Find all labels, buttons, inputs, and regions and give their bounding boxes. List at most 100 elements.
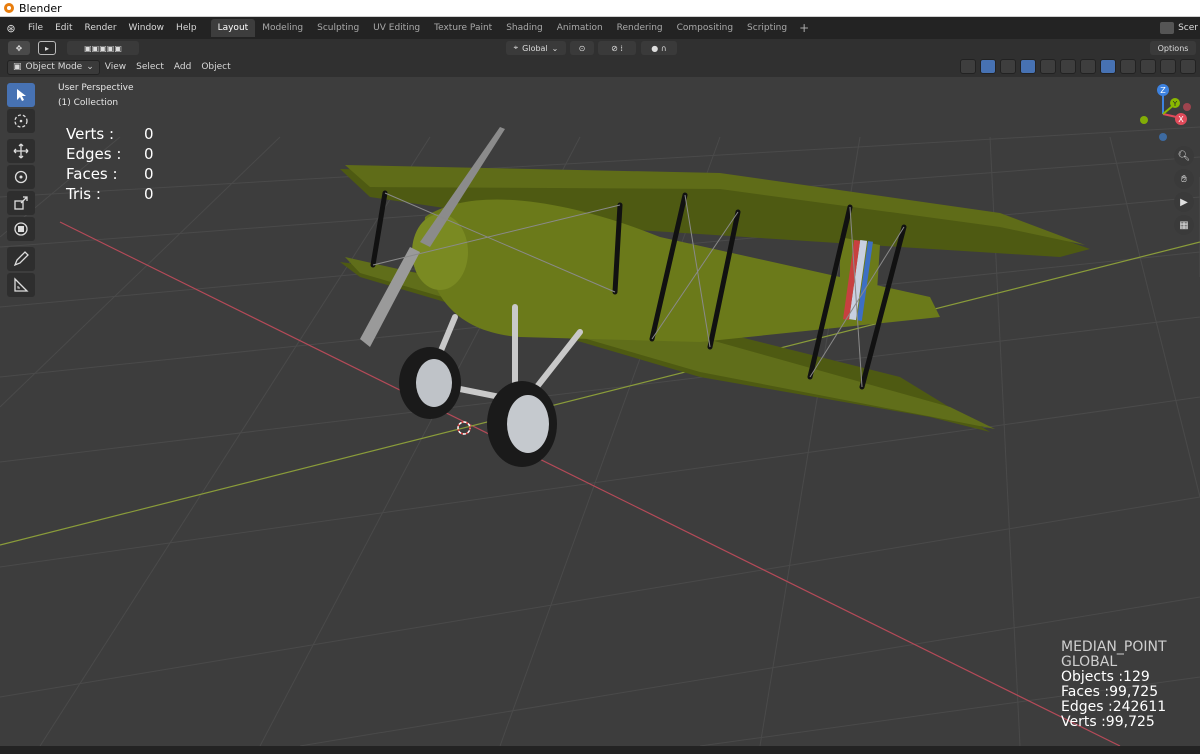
tab-compositing[interactable]: Compositing (670, 19, 740, 37)
scene-selector[interactable]: Scer (1160, 17, 1200, 39)
grid-projection-icon[interactable]: ▦ (1174, 215, 1194, 235)
tab-texture-paint[interactable]: Texture Paint (427, 19, 499, 37)
stats-value: 0 (144, 165, 154, 183)
shading-dropdown-icon[interactable] (1160, 59, 1176, 74)
tab-uv-editing[interactable]: UV Editing (366, 19, 427, 37)
rendered-shading-icon[interactable] (1140, 59, 1156, 74)
overlay-toggle-icon[interactable] (1020, 59, 1036, 74)
tool-shelf (7, 83, 37, 299)
xray-toggle-icon[interactable] (1060, 59, 1076, 74)
menu-file[interactable]: File (22, 17, 49, 39)
menu-render[interactable]: Render (79, 17, 123, 39)
snap-icon[interactable]: ⊘ ⁞ (598, 41, 636, 55)
gizmo-toggle-icon[interactable] (980, 59, 996, 74)
scale-tool[interactable] (7, 191, 35, 215)
menu-window[interactable]: Window (123, 17, 171, 39)
viewport-collection-label: (1) Collection (58, 98, 119, 108)
pivot-mode-text: MEDIAN_POINT (1061, 639, 1167, 655)
tab-shading[interactable]: Shading (499, 19, 550, 37)
stats-value: 0 (144, 125, 154, 143)
measure-tool[interactable] (7, 273, 35, 297)
transform-pivot-icon[interactable]: ✥ (8, 41, 30, 55)
rotate-tool[interactable] (7, 165, 35, 189)
faces-count-text: Faces :99,725 (1061, 684, 1159, 700)
transform-orientation-dropdown[interactable]: ⌖ Global ⌄ (506, 41, 566, 55)
visibility-icon[interactable] (960, 59, 976, 74)
tab-animation[interactable]: Animation (550, 19, 610, 37)
add-workspace-button[interactable]: + (794, 21, 814, 35)
view-menu[interactable]: View (100, 62, 131, 72)
pivot-point-icon[interactable]: ⊙ (570, 41, 594, 55)
move-arrows-icon (13, 143, 29, 159)
select-box-tool[interactable] (7, 83, 35, 107)
stats-label: Faces : (66, 165, 118, 183)
proportional-edit-icon[interactable]: ● ∩ (641, 41, 677, 55)
gizmo-z-label: Z (1160, 86, 1166, 95)
stats-row: Verts : 0 (66, 124, 154, 144)
menu-edit[interactable]: Edit (49, 17, 78, 39)
options-dropdown[interactable]: Options (1150, 41, 1196, 55)
3d-viewport[interactable] (0, 77, 1200, 746)
object-mode-label: Object Mode (25, 62, 83, 72)
pan-hand-icon[interactable]: ✋︎ (1174, 169, 1194, 189)
workspace-tabs: Layout Modeling Sculpting UV Editing Tex… (210, 17, 815, 39)
stats-row: Tris : 0 (66, 184, 154, 204)
object-menu[interactable]: Object (196, 62, 235, 72)
material-shading-icon[interactable] (1120, 59, 1136, 74)
solid-shading-icon[interactable] (1100, 59, 1116, 74)
transform-icon (14, 222, 28, 236)
camera-view-icon[interactable]: ▶ (1174, 192, 1194, 212)
status-bar (0, 746, 1200, 754)
axis-gizmo-icon: Z X Y (1140, 84, 1191, 141)
selection-mode-icons[interactable]: ▣▣▣▣▣ (67, 41, 139, 55)
stats-label: Edges : (66, 145, 122, 163)
scale-icon (14, 196, 28, 210)
gizmo-x-label: X (1178, 115, 1184, 124)
object-mode-dropdown[interactable]: ▣ Object Mode ⌄ (7, 59, 100, 75)
rotate-icon (14, 170, 28, 184)
viewport-header-controls (960, 59, 1196, 74)
select-tool-icon[interactable]: ▸ (38, 41, 56, 55)
gizmo-dropdown-icon[interactable] (1000, 59, 1016, 74)
cursor-arrow-icon (17, 89, 26, 101)
options-label: Options (1157, 43, 1189, 53)
stats-label: Verts : (66, 125, 115, 143)
wireframe-shading-icon[interactable] (1080, 59, 1096, 74)
transform-tool[interactable] (7, 217, 35, 241)
stats-value: 0 (144, 145, 154, 163)
viewport-perspective-label: User Perspective (58, 83, 134, 93)
stats-row: Faces : 0 (66, 164, 154, 184)
viewport-scene (0, 126, 1200, 746)
objects-count-text: Objects :129 (1061, 669, 1150, 685)
orientation-icon: ⌖ (513, 43, 519, 52)
tab-rendering[interactable]: Rendering (610, 19, 670, 37)
overlay-dropdown-icon[interactable] (1040, 59, 1056, 74)
tool-settings-header: ✥ ▸ ▣▣▣▣▣ ⌖ Global ⌄ ⊙ ⊘ ⁞ ● ∩ Options (0, 39, 1200, 57)
tab-sculpting[interactable]: Sculpting (310, 19, 366, 37)
stats-label: Tris : (66, 185, 101, 203)
mesh-stats-overlay: Verts : 0 Edges : 0 Faces : 0 Tris : 0 (66, 124, 154, 204)
cursor-tool[interactable] (7, 109, 35, 133)
zoom-icon[interactable]: 🔍︎ (1174, 146, 1194, 166)
tab-layout[interactable]: Layout (210, 19, 256, 37)
add-menu[interactable]: Add (169, 62, 196, 72)
edges-count-text: Edges :242611 (1061, 699, 1167, 715)
chevron-down-icon: ⌄ (551, 43, 559, 53)
select-menu[interactable]: Select (131, 62, 169, 72)
window-title: Blender (19, 1, 62, 15)
chevron-down-icon: ⌄ (86, 62, 94, 72)
blender-menu-icon[interactable]: ⊛ (0, 22, 22, 35)
crosshair-icon (14, 114, 28, 128)
window-titlebar: Blender (0, 0, 1200, 17)
tab-modeling[interactable]: Modeling (255, 19, 310, 37)
orientation-mode-text: GLOBAL (1061, 654, 1118, 670)
menu-help[interactable]: Help (170, 17, 203, 39)
annotate-tool[interactable] (7, 247, 35, 271)
orientation-label: Global (522, 43, 548, 53)
sidebar-toggle-icon[interactable] (1180, 59, 1196, 74)
stats-value: 0 (144, 185, 154, 203)
scene-icon (1160, 22, 1175, 34)
tab-scripting[interactable]: Scripting (740, 19, 794, 37)
navigation-gizmo[interactable]: Z X Y (1134, 80, 1194, 144)
move-tool[interactable] (7, 139, 35, 163)
